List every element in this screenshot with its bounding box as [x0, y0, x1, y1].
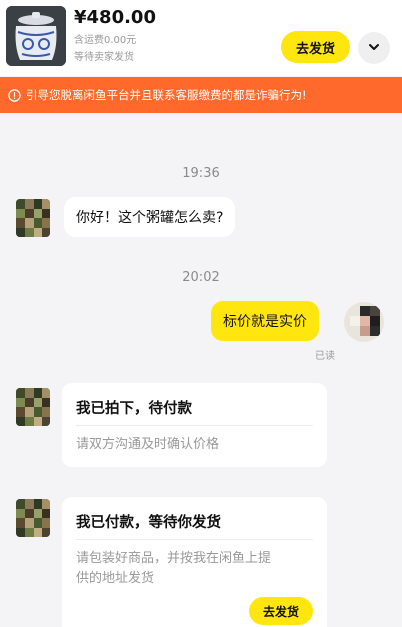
card-divider — [76, 425, 313, 426]
message-text: 你好！这个粥罐怎么卖? — [76, 210, 224, 226]
buyer-avatar[interactable] — [16, 499, 50, 537]
warning-text: 引导您脱离闲鱼平台并且联系客服缴费的都是诈骗行为! — [26, 88, 307, 102]
product-price: ¥480.00 — [74, 7, 156, 28]
fraud-warning-banner: 引导您脱离闲鱼平台并且联系客服缴费的都是诈骗行为! — [0, 77, 402, 113]
message-bubble-outgoing[interactable]: 标价就是实价 — [211, 301, 319, 341]
timestamp: 19:36 — [182, 166, 220, 181]
card-description-line-2: 供的地址发货 — [76, 571, 155, 586]
product-thumbnail[interactable] — [6, 6, 66, 66]
shipping-fee: 含运费0.00元 — [74, 35, 137, 46]
buyer-avatar[interactable] — [16, 199, 50, 237]
card-description: 请双方沟通及时确认价格 — [76, 437, 220, 452]
card-ship-button[interactable]: 去发货 — [249, 597, 313, 625]
buyer-avatar[interactable] — [16, 388, 50, 426]
order-status: 等待卖家发货 — [74, 52, 134, 63]
message-bubble-incoming[interactable]: 你好！这个粥罐怎么卖? — [64, 197, 236, 237]
order-card-placed[interactable]: 我已拍下，待付款 请双方沟通及时确认价格 — [62, 383, 327, 467]
read-receipt: 已读 — [315, 351, 335, 362]
message-text: 标价就是实价 — [223, 314, 307, 330]
alert-circle-icon — [8, 88, 21, 102]
order-card-paid[interactable]: 我已付款，等待你发货 请包装好商品，并按我在闲鱼上提 供的地址发货 去发货 — [62, 497, 327, 627]
order-header: ¥480.00 含运费0.00元 等待卖家发货 去发货 — [0, 0, 402, 76]
card-title: 我已付款，等待你发货 — [76, 515, 221, 531]
card-divider — [76, 539, 313, 540]
ship-button[interactable]: 去发货 — [281, 31, 350, 63]
card-title: 我已拍下，待付款 — [76, 401, 192, 417]
seller-avatar[interactable] — [344, 302, 384, 342]
expand-button[interactable] — [358, 32, 390, 64]
timestamp: 20:02 — [182, 270, 220, 285]
card-description-line-1: 请包装好商品，并按我在闲鱼上提 — [76, 551, 272, 566]
chevron-down-icon — [367, 39, 381, 58]
